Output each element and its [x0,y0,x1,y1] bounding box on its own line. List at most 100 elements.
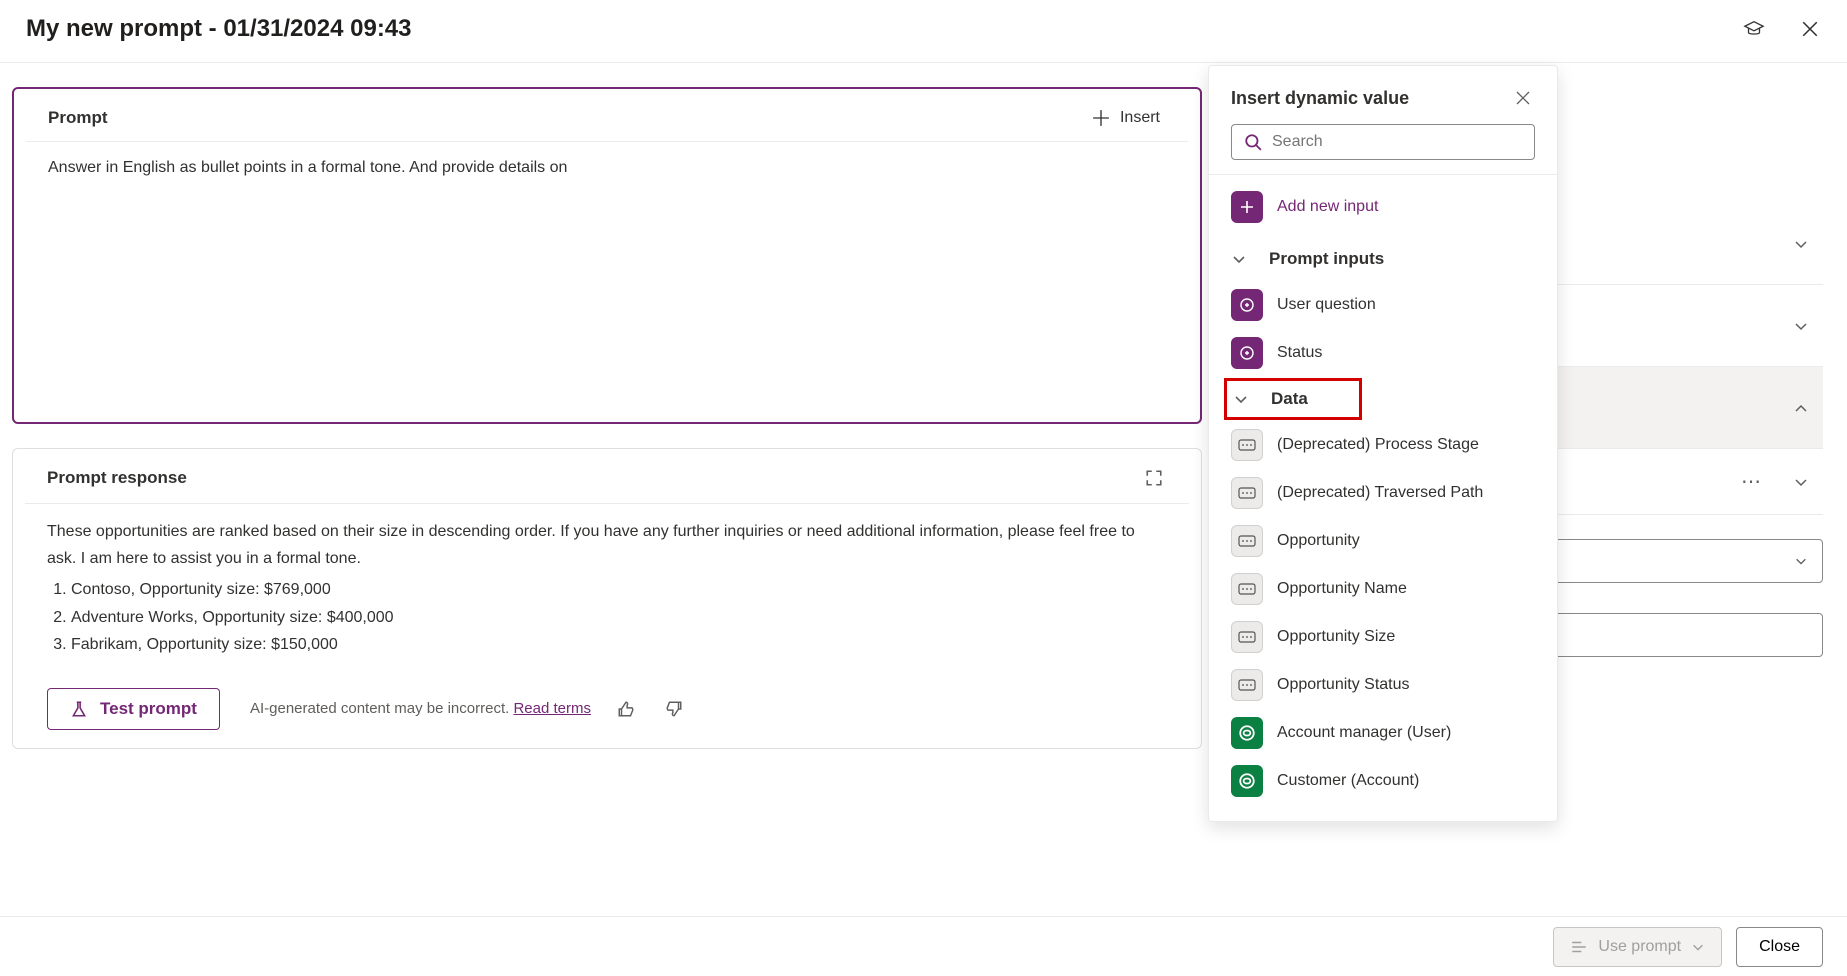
variable-icon [1239,297,1255,313]
variable-icon [1239,345,1255,361]
dyn-panel-title: Insert dynamic value [1231,88,1409,109]
thumbs-up-icon [617,700,635,718]
prompt-card: Prompt Insert Answer in English as bulle… [12,87,1202,424]
thumbs-down-button[interactable] [661,696,687,722]
prompt-section-label: Prompt [48,108,108,128]
response-card-header: Prompt response [25,449,1189,504]
test-prompt-button[interactable]: Test prompt [47,688,220,730]
response-list: Contoso, Opportunity size: $769,000 Adve… [47,576,1167,658]
chevron-down-icon [1793,236,1809,252]
dyn-panel-header: Insert dynamic value [1209,66,1557,124]
chevron-down-icon [1233,391,1249,407]
dyn-item[interactable]: Account manager (User) [1209,709,1557,757]
field-tile-icon [1231,429,1263,461]
section-prompt-inputs[interactable]: Prompt inputs [1209,237,1557,281]
input-tile-icon [1231,337,1263,369]
add-input-label: Add new input [1277,198,1378,216]
dyn-item-status[interactable]: Status [1209,329,1557,377]
prompt-card-header: Prompt Insert [26,89,1188,142]
settings-row[interactable] [1513,203,1823,285]
list-item: Contoso, Opportunity size: $769,000 [71,576,1167,603]
thumbs-down-icon [665,700,683,718]
dyn-item-label: Opportunity [1277,532,1360,550]
beaker-icon [70,700,88,718]
input-tile-icon [1231,289,1263,321]
settings-dropdown[interactable] [1533,539,1823,583]
settings-row[interactable] [1513,285,1823,367]
dyn-item-label: Customer (Account) [1277,772,1419,790]
expand-icon [1145,469,1163,487]
plus-icon [1239,199,1255,215]
dyn-item-label: Account manager (User) [1277,724,1451,742]
close-button[interactable]: Close [1736,927,1823,967]
expand-button[interactable] [1141,465,1167,491]
response-card: Prompt response These opportunities are … [12,448,1202,749]
dyn-item-label: User question [1277,296,1376,314]
insert-button[interactable]: Insert [1086,105,1166,131]
dyn-item-label: Opportunity Size [1277,628,1395,646]
chevron-down-icon [1691,940,1705,954]
search-box[interactable] [1231,124,1535,160]
disclaimer-text: AI-generated content may be incorrect. [250,700,509,717]
field-tile-icon [1231,621,1263,653]
search-icon [1244,133,1262,151]
dyn-item-label: Opportunity Status [1277,676,1410,694]
plus-icon [1092,109,1110,127]
close-icon [1515,90,1531,106]
dialog-footer: Use prompt Close [0,916,1847,976]
settings-subrow[interactable]: ⋯ [1513,449,1823,515]
field-tile-icon [1231,669,1263,701]
add-new-input[interactable]: Add new input [1209,175,1557,237]
chevron-down-icon [1794,554,1808,568]
close-dialog-button[interactable] [1797,16,1823,42]
more-icon[interactable]: ⋯ [1741,469,1763,494]
field-tile-icon [1231,477,1263,509]
dyn-panel-close[interactable] [1511,86,1535,110]
page-title: My new prompt - 01/31/2024 09:43 [26,15,412,43]
dyn-item-user-question[interactable]: User question [1209,281,1557,329]
right-settings-panel: ⋯ [1513,203,1823,657]
lookup-tile-icon [1231,717,1263,749]
chevron-down-icon [1793,318,1809,334]
chevron-down-icon [1231,251,1247,267]
list-item: Fabrikam, Opportunity size: $150,000 [71,631,1167,658]
plus-tile [1231,191,1263,223]
insert-dynamic-panel: Insert dynamic value Add new input Promp… [1208,65,1558,822]
prompt-textarea[interactable]: Answer in English as bullet points in a … [14,142,1200,422]
section-title: Prompt inputs [1269,249,1384,269]
dyn-item[interactable]: Customer (Account) [1209,757,1557,805]
thumbs-up-button[interactable] [613,696,639,722]
test-prompt-label: Test prompt [100,699,197,719]
response-body: These opportunities are ranked based on … [13,504,1201,678]
dyn-search-wrap [1209,124,1557,175]
use-prompt-label: Use prompt [1598,938,1681,956]
chevron-up-icon [1793,400,1809,416]
dyn-item[interactable]: (Deprecated) Traversed Path [1209,469,1557,517]
dialog-header: My new prompt - 01/31/2024 09:43 [0,0,1847,63]
settings-row-expanded[interactable] [1513,367,1823,449]
dyn-item[interactable]: Opportunity Status [1209,661,1557,709]
ai-disclaimer: AI-generated content may be incorrect. R… [250,700,591,717]
graduation-cap-icon [1743,18,1765,40]
response-footer: Test prompt AI-generated content may be … [13,678,1201,730]
section-data[interactable]: Data [1223,377,1363,421]
search-input[interactable] [1272,133,1522,151]
close-icon [1801,20,1819,38]
dyn-item[interactable]: Opportunity [1209,517,1557,565]
dyn-item[interactable]: Opportunity Size [1209,613,1557,661]
dyn-item[interactable]: Opportunity Name [1209,565,1557,613]
main-content: ⋯ Prompt Insert Answer in English as bul… [0,63,1847,749]
learn-button[interactable] [1739,14,1769,44]
insert-label: Insert [1120,109,1160,127]
read-terms-link[interactable]: Read terms [513,700,591,717]
dyn-item-label: (Deprecated) Process Stage [1277,436,1479,454]
dyn-item-label: (Deprecated) Traversed Path [1277,484,1483,502]
use-prompt-button[interactable]: Use prompt [1553,927,1722,967]
lookup-tile-icon [1231,765,1263,797]
response-section-label: Prompt response [47,468,187,488]
settings-input[interactable] [1533,613,1823,657]
feedback-buttons [613,696,687,722]
dyn-item-label: Status [1277,344,1322,362]
section-title: Data [1271,389,1308,409]
dyn-item[interactable]: (Deprecated) Process Stage [1209,421,1557,469]
